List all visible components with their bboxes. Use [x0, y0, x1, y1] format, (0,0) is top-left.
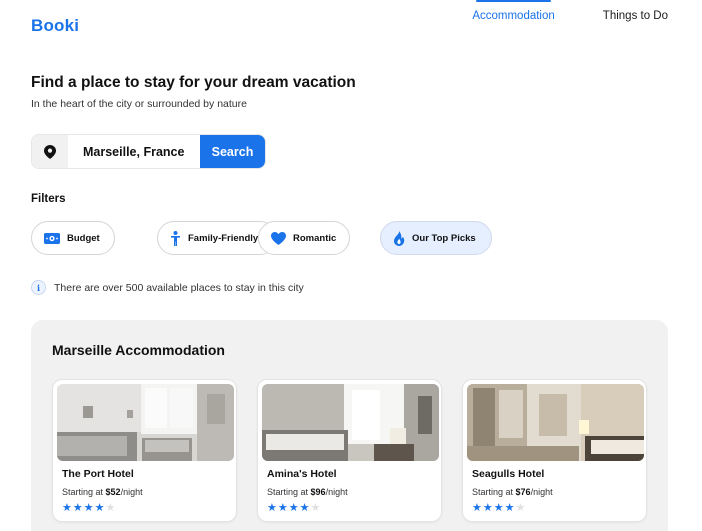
booki-logo[interactable]: Booki — [31, 16, 79, 36]
hotel-photo — [57, 384, 234, 461]
filter-budget[interactable]: Budget — [31, 221, 115, 255]
price-prefix: Starting at — [472, 487, 516, 497]
price-value: 96 — [315, 487, 326, 497]
page-title: Find a place to stay for your dream vaca… — [31, 74, 356, 91]
star-filled-icon: ★ — [62, 501, 72, 514]
fire-icon — [393, 230, 405, 246]
heart-icon — [271, 231, 286, 245]
price-prefix: Starting at — [267, 487, 311, 497]
price-suffix: /night — [120, 487, 143, 497]
search-bar: Search — [31, 134, 266, 169]
star-empty-icon: ★ — [515, 501, 526, 514]
hotel-card[interactable]: Amina's Hotel Starting at $96/night ★ ★ ★ ★… — [257, 379, 442, 522]
price-value: 52 — [110, 487, 121, 497]
filter-budget-label: Budget — [67, 232, 100, 244]
star-filled-icon: ★ — [299, 501, 310, 514]
hotel-name: The Port Hotel — [62, 468, 134, 480]
star-filled-icon: ★ — [277, 501, 288, 514]
price-suffix: /night — [325, 487, 348, 497]
hotel-price: Starting at $52/night — [62, 487, 143, 497]
accommodation-section: Marseille Accommodation The Port Hotel S… — [31, 320, 668, 531]
price-suffix: /night — [530, 487, 553, 497]
location-pin-icon — [32, 135, 68, 168]
main-nav: Accommodation Things to Do — [472, 0, 668, 22]
accommodation-title: Marseille Accommodation — [52, 342, 225, 358]
nav-things-to-do[interactable]: Things to Do — [603, 0, 668, 22]
search-input[interactable] — [68, 135, 200, 168]
hotel-price: Starting at $96/night — [267, 487, 348, 497]
search-button[interactable]: Search — [200, 135, 265, 168]
nav-accommodation[interactable]: Accommodation — [472, 0, 555, 22]
hotel-photo — [467, 384, 644, 461]
filters-title: Filters — [31, 193, 66, 205]
money-icon — [44, 232, 60, 244]
person-icon — [170, 230, 181, 246]
price-prefix: Starting at — [62, 487, 106, 497]
star-filled-icon: ★ — [472, 501, 482, 514]
availability-text: There are over 500 available places to s… — [54, 281, 304, 294]
star-empty-icon: ★ — [105, 501, 116, 514]
info-icon: i — [31, 280, 46, 295]
star-filled-icon: ★ — [83, 501, 94, 514]
star-filled-icon: ★ — [288, 501, 299, 514]
hotel-price: Starting at $76/night — [472, 487, 553, 497]
hotel-card[interactable]: The Port Hotel Starting at $52/night ★ ★ ★… — [52, 379, 237, 522]
star-filled-icon: ★ — [504, 501, 515, 514]
availability-info: i There are over 500 available places to… — [31, 280, 304, 295]
star-rating: ★ ★ ★ ★ ★ — [267, 502, 320, 513]
filter-our-top-picks-label: Our Top Picks — [412, 232, 476, 244]
hotel-name: Seagulls Hotel — [472, 468, 545, 480]
filter-romantic-label: Romantic — [293, 232, 337, 244]
hotel-name: Amina's Hotel — [267, 468, 337, 480]
hotel-card[interactable]: Seagulls Hotel Starting at $76/night ★ ★ ★… — [462, 379, 647, 522]
filter-romantic[interactable]: Romantic — [258, 221, 350, 255]
page-subtitle: In the heart of the city or surrounded b… — [31, 98, 247, 110]
star-filled-icon: ★ — [493, 501, 504, 514]
star-rating: ★ ★ ★ ★ ★ — [62, 502, 115, 513]
star-filled-icon: ★ — [72, 501, 83, 514]
hotel-photo — [262, 384, 439, 461]
star-filled-icon: ★ — [267, 501, 277, 514]
star-rating: ★ ★ ★ ★ ★ — [472, 502, 525, 513]
price-value: 76 — [520, 487, 531, 497]
star-filled-icon: ★ — [482, 501, 493, 514]
star-empty-icon: ★ — [310, 501, 321, 514]
filter-family-friendly-label: Family-Friendly — [188, 232, 259, 244]
filter-our-top-picks[interactable]: Our Top Picks — [380, 221, 492, 255]
star-filled-icon: ★ — [94, 501, 105, 514]
